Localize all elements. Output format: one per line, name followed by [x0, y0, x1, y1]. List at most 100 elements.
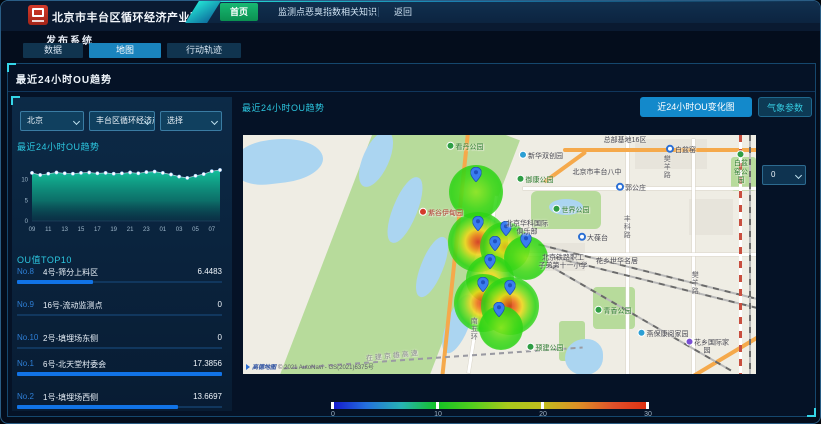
map-marker-pin-icon[interactable]: [478, 277, 489, 297]
map-road-label: 南五环: [469, 317, 477, 341]
map-label: 预建公园: [527, 343, 564, 353]
attribution-text: © 2021 AutoNavi - GS(2021)6375号: [278, 362, 374, 371]
map-marker-pin-icon[interactable]: [490, 236, 501, 256]
map-label: 总部基地16区: [604, 137, 647, 145]
scale-tick: [646, 402, 649, 409]
district-select[interactable]: 丰台区循环经济产: [89, 111, 155, 131]
main-panel: 最近24小时OU趋势 北京 丰台区循环经济产 选择 最近24小时OU趋势 051…: [7, 63, 816, 417]
map-railway: [538, 243, 756, 300]
rank-label: No.2: [17, 392, 34, 401]
ou-change-chart-button[interactable]: 近24小时OU变化图: [640, 97, 752, 117]
map-marker-pin-icon[interactable]: [473, 216, 484, 236]
map-highway-orange: [563, 148, 756, 152]
left-panel: 北京 丰台区循环经济产 选择 最近24小时OU趋势 05100911131517…: [12, 97, 232, 411]
ou-trend-chart: 0510091113151719212301030507: [16, 155, 228, 247]
map-label: 北京铁路职工 子弟第十一小学: [539, 255, 588, 272]
svg-text:03: 03: [176, 227, 183, 233]
ou-value: 13.6697: [193, 392, 222, 401]
svg-text:5: 5: [25, 198, 29, 204]
corner-accent: [11, 96, 20, 105]
point-select[interactable]: 选择: [160, 111, 222, 131]
metro-icon: [666, 145, 674, 153]
svg-text:0: 0: [25, 219, 29, 225]
map-label: 白盆窑: [666, 145, 696, 155]
right-panel: 最近24小时OU趋势 近24小时OU变化图 气象参数: [234, 97, 816, 411]
map-road-label: 樊羊路: [662, 155, 670, 179]
map-label: 燕保康阅家园: [638, 329, 689, 339]
svg-text:07: 07: [208, 227, 215, 233]
map-label: 青香公园: [595, 306, 632, 316]
map-layer-select-value: 0: [771, 170, 775, 179]
value-bar-track: [17, 281, 222, 283]
map-label: 看丹公园: [447, 142, 484, 152]
map-lake-south: [565, 339, 603, 374]
top-list-item[interactable]: No.9 16号-流动监测点 0: [17, 300, 222, 330]
nav-strip: 首页 监测点恶臭指数 相关知识 返回: [206, 1, 820, 23]
rank-label: No.10: [17, 333, 38, 342]
park-icon: [527, 343, 535, 351]
tab-track[interactable]: 行动轨迹: [167, 43, 241, 58]
map-canvas[interactable]: 高德地图 © 2021 AutoNavi - GS(2021)6375号 看丹公…: [243, 135, 756, 374]
tab-data[interactable]: 数据: [23, 43, 83, 58]
tab-map[interactable]: 地图: [89, 43, 161, 58]
scenic-icon: [419, 208, 427, 216]
city-select[interactable]: 北京: [20, 111, 84, 131]
ou-value: 0: [218, 333, 222, 342]
map-attribution: 高德地图 © 2021 AutoNavi - GS(2021)6375号: [246, 362, 374, 371]
map-label: 花乡世华名居: [596, 258, 638, 266]
map-label: 白盆窑公园: [734, 150, 749, 186]
svg-text:10: 10: [21, 178, 28, 184]
amap-logo-text: 高德地图: [252, 362, 276, 371]
trend-chart-label: 最近24小时OU趋势: [17, 140, 100, 153]
top-list-item[interactable]: No.8 4号-筛分上料区 6.4483: [17, 267, 222, 297]
site-name: 1号-填埋场西侧: [43, 392, 98, 403]
nav-swoosh-decoration: [185, 1, 221, 23]
map-railway: [749, 135, 751, 374]
point-select-value: 选择: [167, 116, 183, 125]
map-layer-select[interactable]: 0: [762, 165, 806, 185]
app-window: 北京市丰台区循环经济产业园大气恶臭状况实时 首页 监测点恶臭指数 相关知识 返回…: [0, 0, 821, 424]
rank-label: No.8: [17, 267, 34, 276]
ou-color-scale: [331, 402, 649, 409]
map-marker-pin-icon[interactable]: [471, 167, 482, 187]
site-name: 6号-北天堂村委会: [43, 359, 106, 370]
chevron-down-icon: [795, 172, 802, 179]
top-list-item[interactable]: No.2 1号-填埋场西侧 13.6697: [17, 392, 222, 422]
svg-text:05: 05: [192, 227, 199, 233]
site-name: 2号-填埋场东侧: [43, 333, 98, 344]
map-label: 世界公园: [553, 205, 590, 215]
corner-accent: [7, 63, 16, 72]
metro-icon: [616, 183, 624, 191]
scale-label: 0: [331, 411, 335, 418]
map-label: 花乡国际家园: [683, 338, 732, 357]
nav-item-home[interactable]: 首页: [220, 3, 258, 21]
map-label: 北京华科国际 俱乐部: [506, 221, 548, 238]
ou-value: 17.3856: [193, 359, 222, 368]
site-name: 4号-筛分上料区: [43, 267, 98, 278]
svg-text:19: 19: [110, 227, 117, 233]
top-list-item[interactable]: No.1 6号-北天堂村委会 17.3856: [17, 359, 222, 389]
map-city-block: [689, 199, 733, 235]
park-icon: [447, 142, 455, 150]
map-marker-pin-icon[interactable]: [494, 302, 505, 322]
chevron-down-icon: [211, 118, 218, 125]
amap-logo-icon: [246, 364, 250, 370]
value-bar-track: [17, 406, 222, 408]
app-logo-icon: [28, 5, 48, 25]
weather-params-button[interactable]: 气象参数: [758, 97, 812, 117]
ou-value: 6.4483: [198, 267, 222, 276]
park-icon: [517, 175, 525, 183]
logo-glyph-bar: [32, 20, 44, 22]
svg-text:21: 21: [127, 227, 134, 233]
nav-item-back[interactable]: 返回: [384, 3, 422, 21]
value-bar-track: [17, 347, 222, 349]
poi-purple-icon: [685, 338, 693, 346]
map-marker-pin-icon[interactable]: [505, 280, 516, 300]
scale-tick: [331, 402, 334, 409]
value-bar-fill: [17, 280, 93, 284]
park-icon: [553, 205, 561, 213]
map-marker-pin-icon[interactable]: [485, 254, 496, 274]
svg-text:09: 09: [29, 227, 36, 233]
top10-label: OU值TOP10: [17, 253, 72, 266]
section-title: 最近24小时OU趋势: [16, 71, 112, 86]
